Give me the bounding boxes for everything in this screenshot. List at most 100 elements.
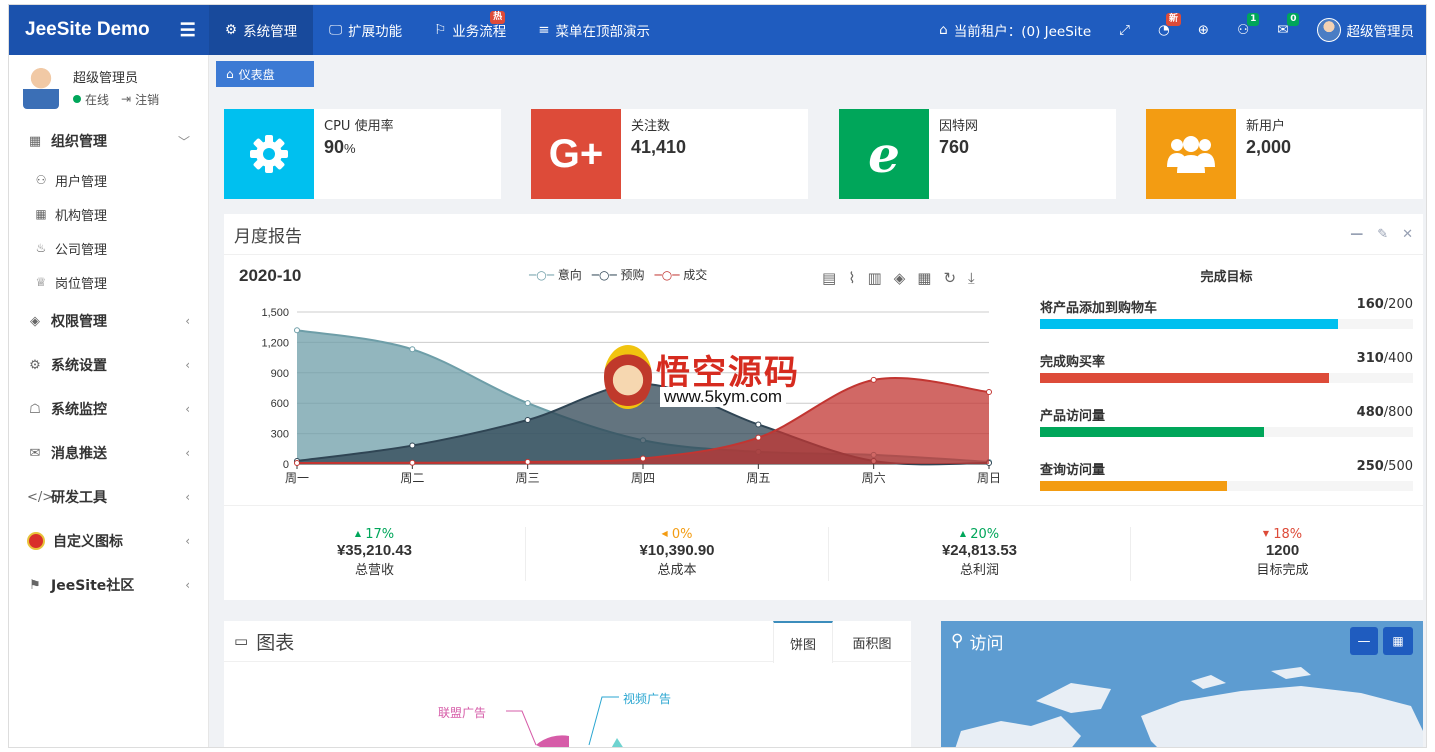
list-icon: ≡ <box>538 22 550 38</box>
menu-label: JeeSite社区 <box>51 578 135 594</box>
progress-group: 查询访问量 250/500 <box>1040 459 1413 491</box>
data-point <box>409 459 416 466</box>
data-point <box>755 434 762 441</box>
tiled-icon[interactable]: ▦ <box>917 269 931 287</box>
map-marker-icon: ⚲ <box>951 631 964 651</box>
legend-item[interactable]: ─○─ 预购 <box>592 266 645 283</box>
pie-slice <box>536 735 569 747</box>
sidebar-item-settings[interactable]: ⚙ 系统设置 ‹ <box>9 343 208 387</box>
topnav-item-system[interactable]: ⚙ 系统管理 <box>209 5 314 55</box>
menu-label: 机构管理 <box>55 208 108 224</box>
logo[interactable]: JeeSite Demo ☰ <box>9 5 209 55</box>
progress-label: 将产品添加到购物车 <box>1040 301 1158 316</box>
topnav-label: 扩展功能 <box>348 24 403 40</box>
sidebar-item-monitor[interactable]: ☖ 系统监控 ‹ <box>9 387 208 431</box>
sidebar-menu: ▦ 组织管理 ﹀ ⚇ 用户管理 ▦ 机构管理 ♨ 公司管理 ♕ 岗位管理 ◈ 权限管理 ‹ ⚙ 系… <box>9 119 208 607</box>
world-map <box>955 667 1423 747</box>
line-chart-icon[interactable]: ⌇ <box>848 269 855 287</box>
app-window: JeeSite Demo ☰ ⚙ 系统管理 🖵 扩展功能 ⚐ 业务流程 热 ≡ … <box>8 4 1427 748</box>
code-icon: </> <box>27 489 54 505</box>
fullscreen-button[interactable]: ⤢ <box>1105 5 1144 55</box>
user-menu[interactable]: 超级管理员 <box>1303 5 1427 55</box>
menu-label: 用户管理 <box>55 174 108 190</box>
y-tick-label: 1,200 <box>261 337 289 349</box>
calendar-icon[interactable]: ▦ <box>1383 627 1413 655</box>
infobox-value: 760 <box>939 137 970 157</box>
wrench-icon[interactable]: ✎ <box>1377 227 1388 242</box>
trend-icon: ▲ <box>354 529 362 538</box>
flag-icon: ⚐ <box>434 22 447 38</box>
chevron-left-icon: ‹ <box>185 446 190 460</box>
topnav-item-workflow[interactable]: ⚐ 业务流程 热 <box>418 5 522 55</box>
right-nav: ⌂ 当前租户：(0) JeeSite ⤢ ◔ 新 ⊕ ⚇ 1 ✉ 0 超级管理员 <box>925 5 1427 55</box>
sidebar-item-custom-icons[interactable]: 自定义图标 ‹ <box>9 519 208 563</box>
data-point <box>294 327 300 334</box>
infobox-value: 2,000 <box>1246 137 1292 157</box>
progress-bar <box>1040 481 1413 491</box>
tab-area[interactable]: 面积图 <box>833 621 911 663</box>
chevron-left-icon: ‹ <box>185 402 190 416</box>
online-users-button[interactable]: ⚇ 1 <box>1223 5 1263 55</box>
trend-icon: ▲ <box>959 529 967 538</box>
legend-item[interactable]: ─○─ 意向 <box>529 266 582 283</box>
x-tick-label: 周二 <box>400 471 424 485</box>
visit-box: ⚲ 访问 — ▦ <box>941 621 1423 747</box>
bar-chart-icon[interactable]: ▥ <box>868 269 882 287</box>
infobox-cpu: CPU 使用率 90% <box>224 109 501 199</box>
tenant-label: 当前租户：(0) JeeSite <box>953 24 1092 40</box>
download-icon[interactable]: ⤓ <box>968 269 975 287</box>
data-point <box>524 417 531 424</box>
tab-label: 仪表盘 <box>238 67 275 82</box>
close-icon[interactable]: ✕ <box>1402 227 1413 242</box>
menu-label: 系统监控 <box>51 402 107 418</box>
sidebar-item-posts[interactable]: ♕ 岗位管理 <box>9 265 208 299</box>
sidebar-item-community[interactable]: ⚑ JeeSite社区 ‹ <box>9 563 208 607</box>
language-button[interactable]: ⊕ <box>1184 5 1223 55</box>
logout-link[interactable]: 注销 <box>135 91 159 108</box>
legend-item[interactable]: ─○─ 成交 <box>655 266 708 283</box>
infobox-label: 新用户 <box>1246 119 1286 134</box>
progress-value: 250 <box>1356 459 1384 474</box>
sidebar-item-devtools[interactable]: </> 研发工具 ‹ <box>9 475 208 519</box>
infobox-label: CPU 使用率 <box>324 119 394 134</box>
tab-dashboard[interactable]: ⌂ 仪表盘 <box>216 61 314 87</box>
menu-toggle-icon[interactable]: ☰ <box>180 20 196 41</box>
progress-group: 产品访问量 480/800 <box>1040 405 1413 437</box>
logout-icon: ⇥ <box>121 92 132 106</box>
sidebar-item-offices[interactable]: ▦ 机构管理 <box>9 197 208 231</box>
tab-pie[interactable]: 饼图 <box>773 621 833 663</box>
progress-total: /500 <box>1383 459 1413 474</box>
stat-block: ▼ 18% 1200 目标完成 <box>1132 527 1427 581</box>
collapse-button[interactable]: — <box>1350 227 1363 242</box>
sidebar-item-company[interactable]: ♨ 公司管理 <box>9 231 208 265</box>
x-tick-label: 周四 <box>631 471 655 485</box>
stat-label: 总营收 <box>354 563 394 578</box>
sidebar-item-permission[interactable]: ◈ 权限管理 ‹ <box>9 299 208 343</box>
logo-text: JeeSite Demo <box>25 19 150 40</box>
sidebar-item-users[interactable]: ⚇ 用户管理 <box>9 163 208 197</box>
chevron-left-icon: ‹ <box>185 314 190 328</box>
stack-icon[interactable]: ◈ <box>894 269 906 287</box>
monitor-icon: 🖵 <box>329 22 343 38</box>
tenant-switch[interactable]: ⌂ 当前租户：(0) JeeSite <box>925 5 1105 55</box>
infobox-label: 因特网 <box>939 119 979 134</box>
progress-value: 160 <box>1356 297 1384 312</box>
ghost-icon: ☖ <box>29 401 41 417</box>
chart-tabs: 饼图 面积图 <box>773 621 911 663</box>
progress-bar <box>1040 373 1413 383</box>
progress-label: 产品访问量 <box>1040 409 1106 424</box>
ie-icon: e <box>839 109 929 199</box>
sidebar-item-messages[interactable]: ✉ 消息推送 ‹ <box>9 431 208 475</box>
dashboard-button[interactable]: ◔ 新 <box>1144 5 1184 55</box>
restore-icon[interactable]: ↻ <box>943 269 956 287</box>
stat-block: ▲ 17% ¥35,210.43 总营收 <box>224 527 526 581</box>
stat-change: 20% <box>970 527 1000 542</box>
collapse-button[interactable]: — <box>1350 627 1378 655</box>
avatar <box>1316 18 1341 42</box>
data-view-icon[interactable]: ▤ <box>822 269 836 287</box>
topnav-item-topmenu[interactable]: ≡ 菜单在顶部演示 <box>522 5 666 55</box>
messages-button[interactable]: ✉ 0 <box>1263 5 1302 55</box>
topnav-item-extend[interactable]: 🖵 扩展功能 <box>313 5 418 55</box>
stat-change: 17% <box>365 527 395 542</box>
sidebar-item-org[interactable]: ▦ 组织管理 ﹀ <box>9 119 208 163</box>
